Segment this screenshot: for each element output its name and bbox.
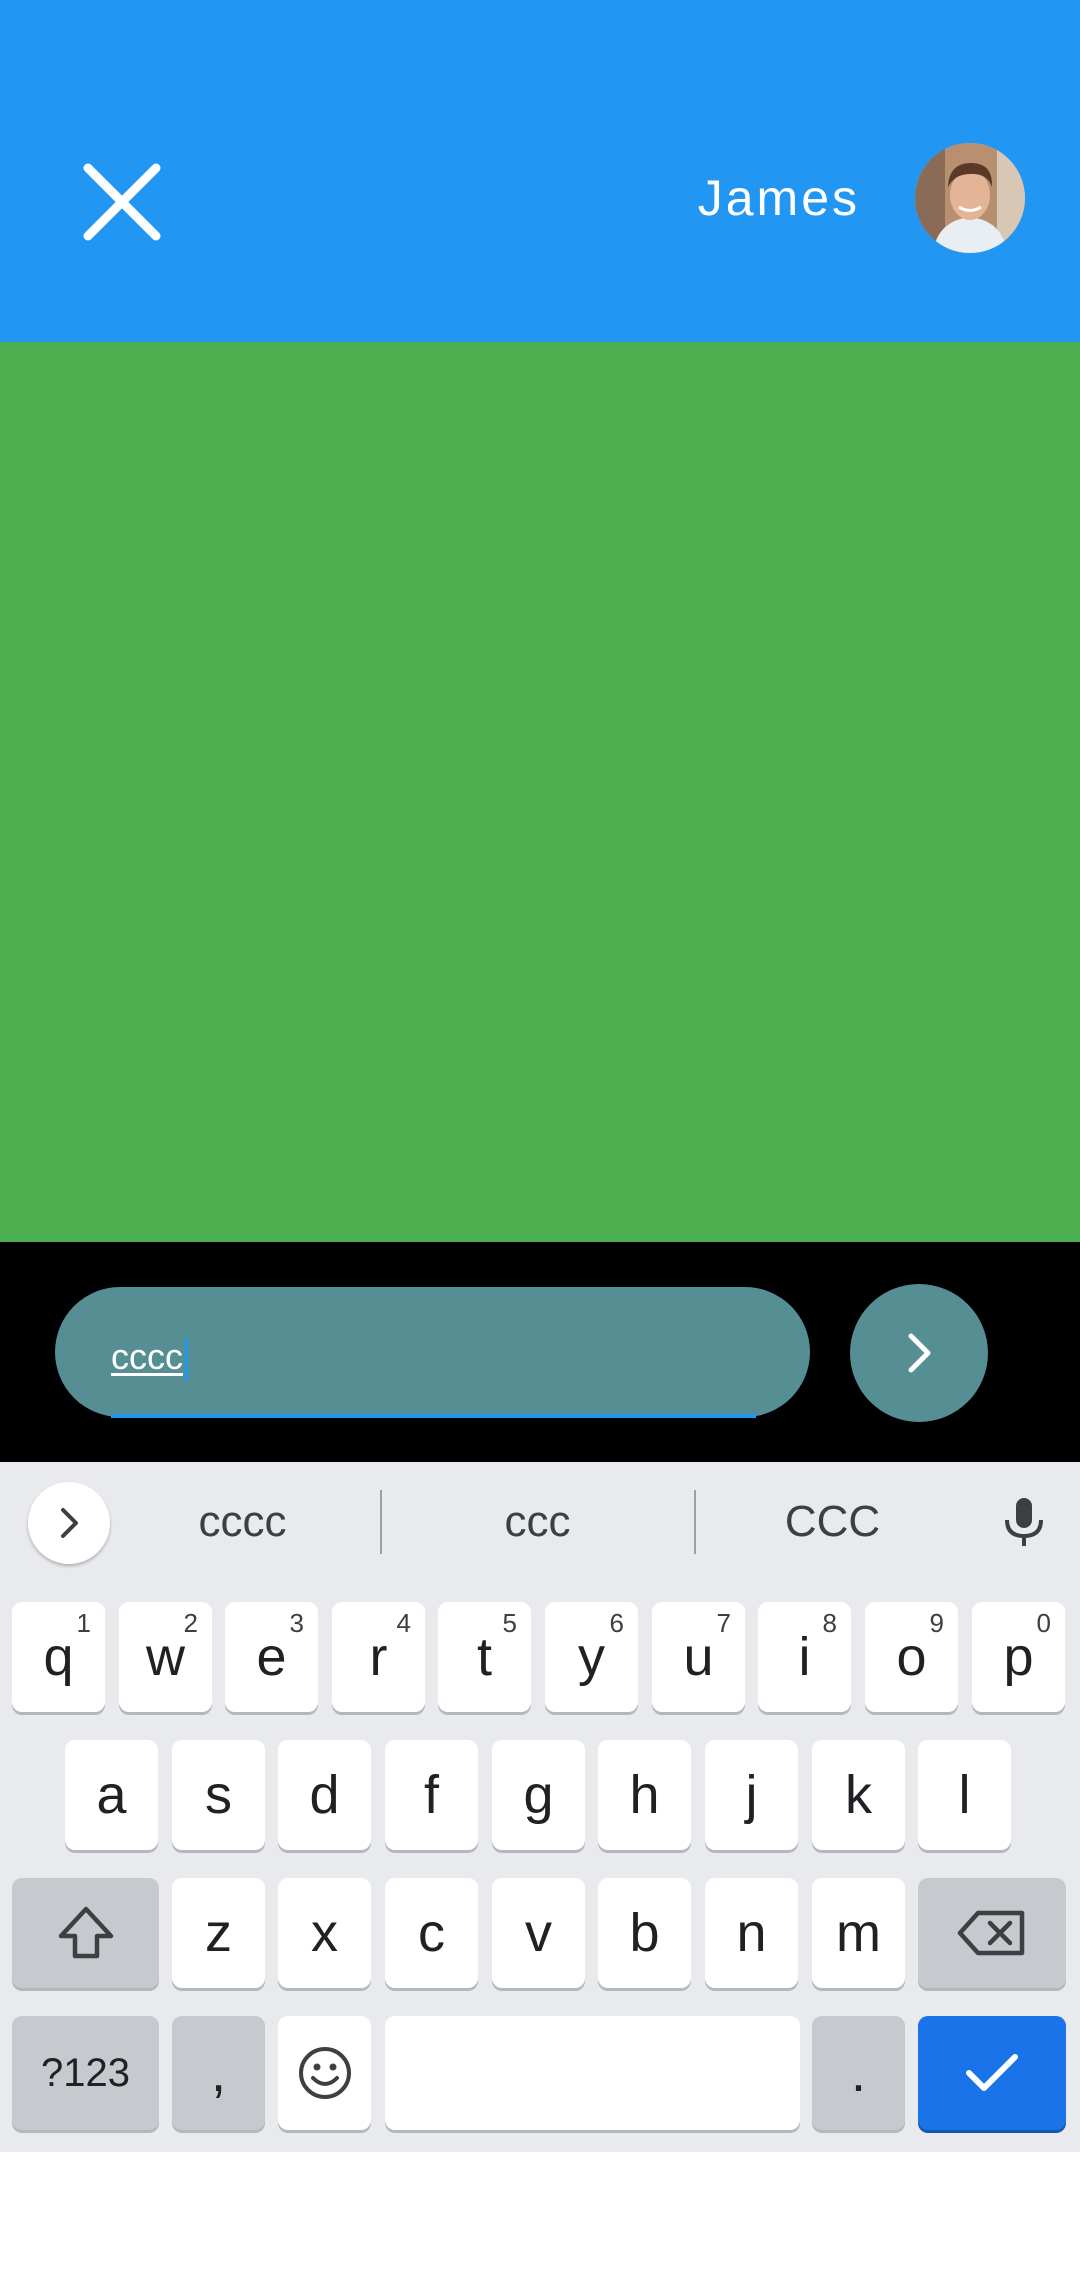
key-p[interactable]: 0p [972,1602,1065,1712]
suggestion-1[interactable]: cccc [120,1462,365,1582]
symbols-key[interactable]: ?123 [12,2016,159,2130]
emoji-icon [298,2047,351,2099]
key-n[interactable]: n [705,1878,798,1988]
suggestion-3[interactable]: CCC [710,1462,955,1582]
soft-keyboard: cccc ccc CCC 1q 2w 3e 4r 5t 6y 7u 8i 9o … [0,1462,1080,2152]
key-v[interactable]: v [492,1878,585,1988]
shift-icon [58,1906,113,1959]
key-z[interactable]: z [172,1878,265,1988]
checkmark-icon [966,2054,1018,2091]
key-h[interactable]: h [598,1740,691,1850]
period-key[interactable]: . [812,2016,905,2130]
suggestion-2[interactable]: ccc [395,1462,680,1582]
composer-bar: cccc [0,1242,1080,1462]
key-x[interactable]: x [278,1878,371,1988]
emoji-key[interactable] [278,2016,371,2130]
key-j[interactable]: j [705,1740,798,1850]
suggestion-divider [380,1490,382,1554]
key-b[interactable]: b [598,1878,691,1988]
expand-toolbar-button[interactable] [28,1482,110,1564]
chevron-right-icon [61,1508,78,1538]
space-key[interactable] [385,2016,800,2130]
key-y[interactable]: 6y [545,1602,638,1712]
key-m[interactable]: m [812,1878,905,1988]
key-w[interactable]: 2w [119,1602,212,1712]
key-d[interactable]: d [278,1740,371,1850]
backspace-icon [957,1910,1025,1956]
input-value: cccc [111,1327,188,1387]
comma-key[interactable]: , [172,2016,265,2130]
key-t[interactable]: 5t [438,1602,531,1712]
key-l[interactable]: l [918,1740,1011,1850]
key-c[interactable]: c [385,1878,478,1988]
key-q[interactable]: 1q [12,1602,105,1712]
key-a[interactable]: a [65,1740,158,1850]
app-header: James [0,0,1080,342]
text-caret [185,1338,188,1381]
shift-key[interactable] [12,1878,159,1988]
content-area [0,342,1080,1242]
microphone-icon[interactable] [994,1492,1054,1552]
close-icon[interactable] [82,162,162,242]
suggestion-divider [694,1490,696,1554]
enter-key[interactable] [918,2016,1066,2130]
send-button[interactable] [850,1284,988,1422]
suggestion-strip: cccc ccc CCC [0,1462,1080,1582]
key-r[interactable]: 4r [332,1602,425,1712]
key-g[interactable]: g [492,1740,585,1850]
backspace-key[interactable] [918,1878,1066,1988]
key-u[interactable]: 7u [652,1602,745,1712]
key-f[interactable]: f [385,1740,478,1850]
contact-name: James [697,170,860,226]
bottom-navigation-area [0,2152,1080,2280]
key-e[interactable]: 3e [225,1602,318,1712]
chevron-right-icon [908,1333,931,1373]
key-o[interactable]: 9o [865,1602,958,1712]
key-k[interactable]: k [812,1740,905,1850]
key-i[interactable]: 8i [758,1602,851,1712]
avatar[interactable] [915,143,1025,253]
key-s[interactable]: s [172,1740,265,1850]
input-underline [111,1414,756,1418]
message-input[interactable]: cccc [55,1287,810,1418]
